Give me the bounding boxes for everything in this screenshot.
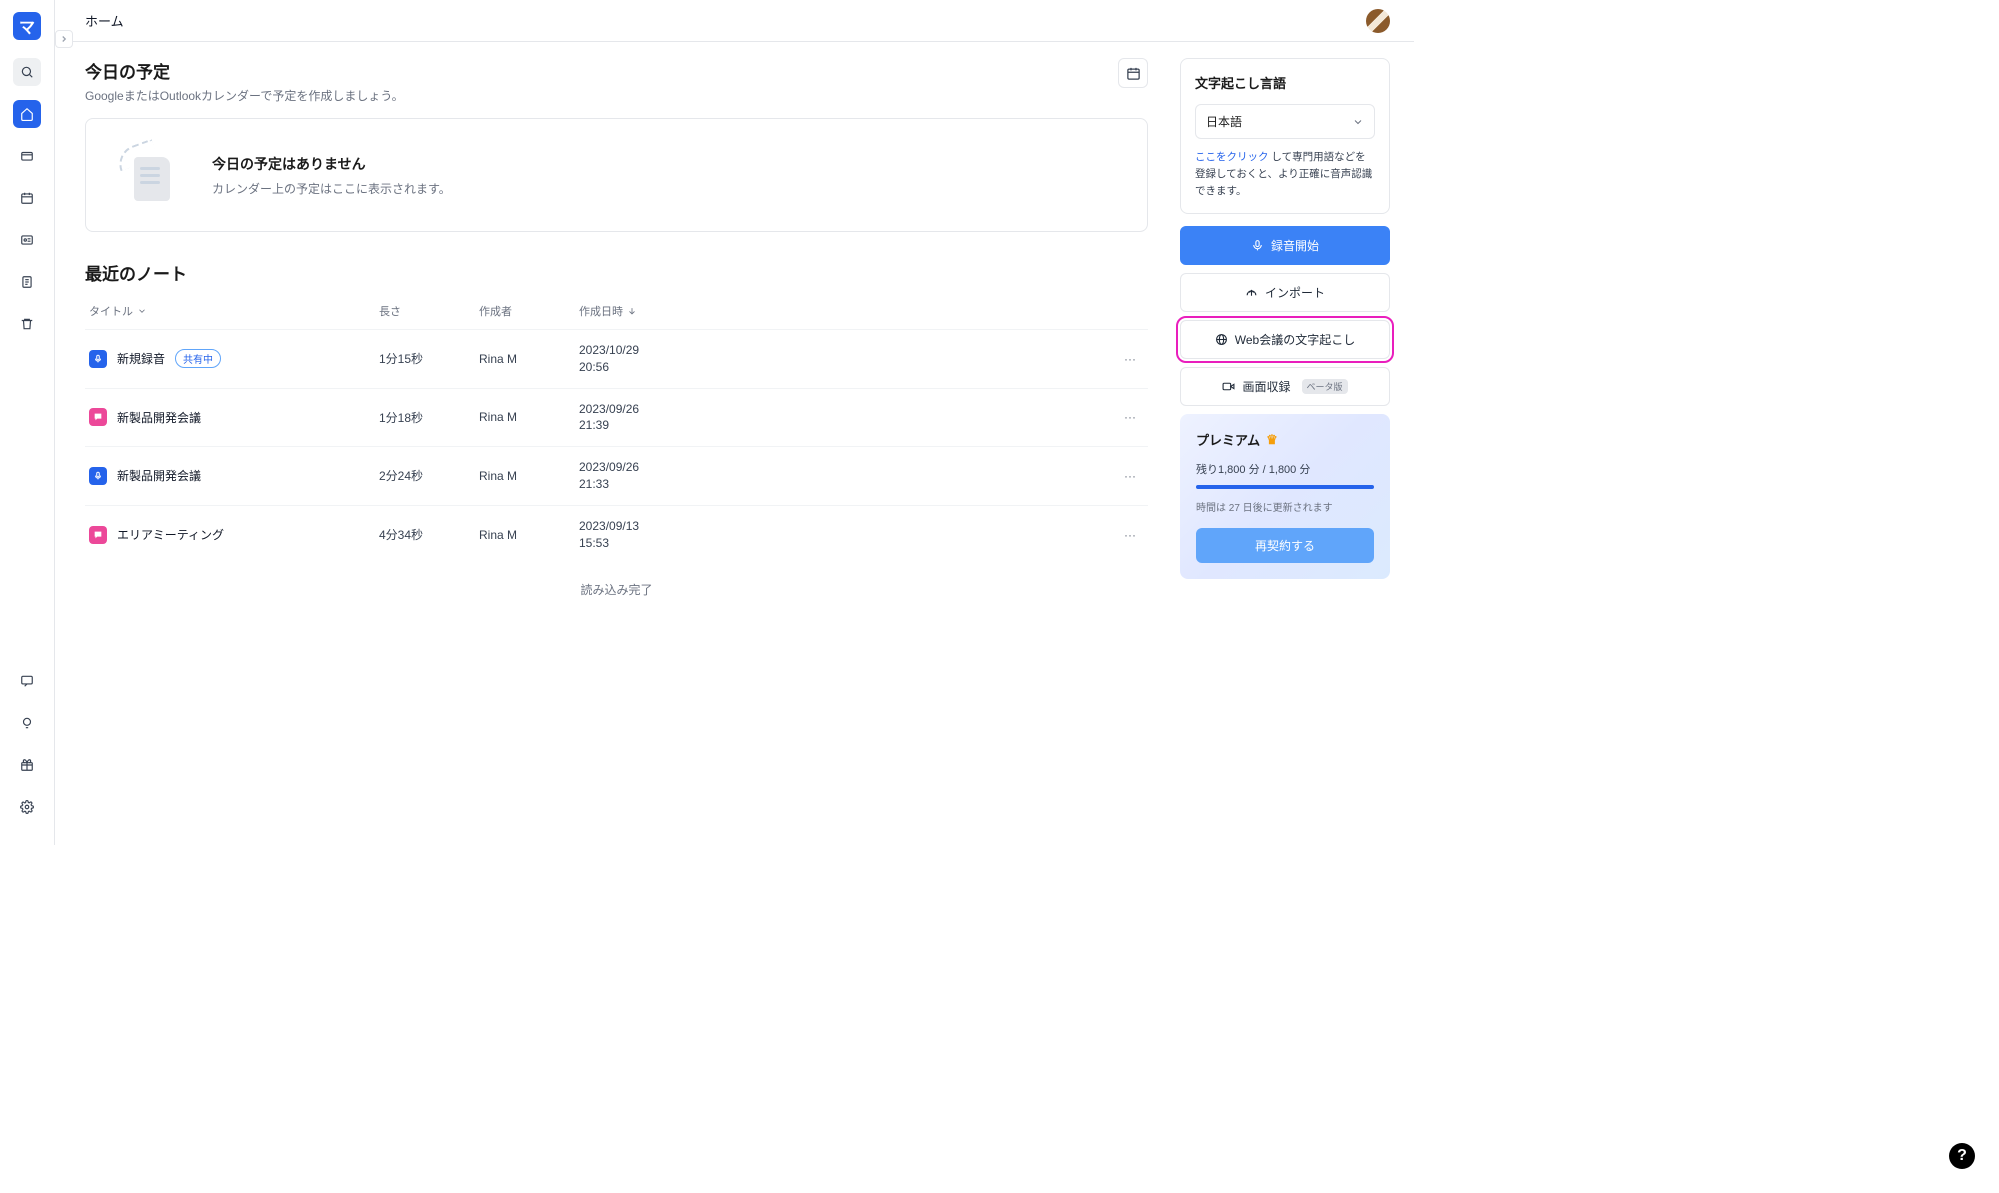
note-length: 4分34秒 [379, 526, 479, 543]
note-length: 1分15秒 [379, 350, 479, 367]
more-button[interactable]: ··· [699, 469, 1144, 483]
col-header-title[interactable]: タイトル [89, 303, 379, 319]
video-icon [1222, 380, 1235, 393]
note-title: 新規録音 [117, 350, 165, 367]
note-author: Rina M [479, 410, 579, 424]
note-author: Rina M [479, 352, 579, 366]
language-panel: 文字起こし言語 日本語 ここをクリック して専門用語などを登録しておくと、より正… [1180, 58, 1390, 214]
calendar-icon[interactable] [13, 184, 41, 212]
notes-icon[interactable] [13, 268, 41, 296]
more-button[interactable]: ··· [699, 352, 1144, 366]
trash-icon[interactable] [13, 310, 41, 338]
import-button[interactable]: インポート [1180, 273, 1390, 312]
recent-notes-title: 最近のノート [85, 260, 1148, 285]
calendar-button[interactable] [1118, 58, 1148, 88]
chat-icon [89, 526, 107, 544]
load-complete: 読み込み完了 [85, 563, 1148, 616]
empty-illustration [116, 145, 186, 205]
premium-note: 時間は 27 日後に更新されます [1196, 499, 1374, 514]
globe-icon [1215, 333, 1228, 346]
note-title: 新製品開発会議 [117, 409, 201, 426]
premium-panel: プレミアム ♛ 残り1,800 分 / 1,800 分 時間は 27 日後に更新… [1180, 414, 1390, 579]
table-row[interactable]: 新製品開発会議 1分18秒Rina M2023/09/2621:39··· [85, 388, 1148, 447]
gift-icon[interactable] [13, 751, 41, 779]
note-length: 1分18秒 [379, 409, 479, 426]
upload-icon [1245, 286, 1258, 299]
today-subtitle: GoogleまたはOutlookカレンダーで予定を作成しましょう。 [85, 87, 404, 104]
more-button[interactable]: ··· [699, 528, 1144, 542]
premium-title: プレミアム ♛ [1196, 430, 1374, 449]
help-button[interactable]: ? [1949, 1143, 1975, 1169]
language-panel-title: 文字起こし言語 [1195, 73, 1375, 92]
note-length: 2分24秒 [379, 467, 479, 484]
empty-title: 今日の予定はありません [212, 154, 451, 174]
renew-button[interactable]: 再契約する [1196, 528, 1374, 563]
sidebar: マ [0, 0, 55, 845]
mic-icon [89, 350, 107, 368]
note-date: 2023/09/1315:53 [579, 518, 699, 552]
note-author: Rina M [479, 469, 579, 483]
note-title: エリアミーティング [117, 526, 224, 543]
table-row[interactable]: 新製品開発会議 2分24秒Rina M2023/09/2621:33··· [85, 446, 1148, 505]
chat-icon [89, 408, 107, 426]
today-empty-card: 今日の予定はありません カレンダー上の予定はここに表示されます。 [85, 118, 1148, 232]
tips-icon[interactable] [13, 709, 41, 737]
col-header-length[interactable]: 長さ [379, 303, 479, 319]
chevron-down-icon [1352, 116, 1364, 128]
shared-badge: 共有中 [175, 349, 221, 368]
web-meeting-button[interactable]: Web会議の文字起こし [1180, 320, 1390, 359]
language-hint: ここをクリック して専門用語などを登録しておくと、より正確に音声認識できます。 [1195, 149, 1375, 199]
empty-subtitle: カレンダー上の予定はここに表示されます。 [212, 180, 451, 197]
col-header-author[interactable]: 作成者 [479, 303, 579, 319]
language-select[interactable]: 日本語 [1195, 104, 1375, 139]
screen-record-button[interactable]: 画面収録 ベータ版 [1180, 367, 1390, 406]
arrow-down-icon [627, 306, 637, 316]
beta-badge: ベータ版 [1302, 379, 1348, 394]
page-title: ホーム [85, 11, 124, 30]
premium-progress [1196, 485, 1374, 489]
folder-icon[interactable] [13, 142, 41, 170]
today-title: 今日の予定 [85, 58, 404, 83]
crown-icon: ♛ [1266, 432, 1278, 448]
chevron-down-icon [137, 306, 147, 316]
vocab-link[interactable]: ここをクリック [1195, 151, 1269, 163]
record-button[interactable]: 録音開始 [1180, 226, 1390, 265]
topbar: ホーム [55, 0, 1414, 42]
note-date: 2023/09/2621:39 [579, 401, 699, 435]
col-header-date[interactable]: 作成日時 [579, 303, 699, 319]
more-button[interactable]: ··· [699, 410, 1144, 424]
shared-icon[interactable] [13, 226, 41, 254]
home-icon[interactable] [13, 100, 41, 128]
note-title: 新製品開発会議 [117, 467, 201, 484]
note-author: Rina M [479, 528, 579, 542]
feedback-icon[interactable] [13, 667, 41, 695]
avatar[interactable] [1366, 9, 1390, 33]
mic-icon [89, 467, 107, 485]
search-icon[interactable] [13, 58, 41, 86]
note-date: 2023/10/2920:56 [579, 342, 699, 376]
premium-minutes: 残り1,800 分 / 1,800 分 [1196, 461, 1374, 477]
expand-sidebar-button[interactable] [55, 30, 73, 48]
table-row[interactable]: エリアミーティング 4分34秒Rina M2023/09/1315:53··· [85, 505, 1148, 564]
table-row[interactable]: 新規録音共有中 1分15秒Rina M2023/10/2920:56··· [85, 329, 1148, 388]
note-date: 2023/09/2621:33 [579, 459, 699, 493]
mic-icon [1251, 239, 1264, 252]
table-header: タイトル 長さ 作成者 作成日時 [85, 303, 1148, 329]
app-logo[interactable]: マ [13, 12, 41, 40]
gear-icon[interactable] [13, 793, 41, 821]
